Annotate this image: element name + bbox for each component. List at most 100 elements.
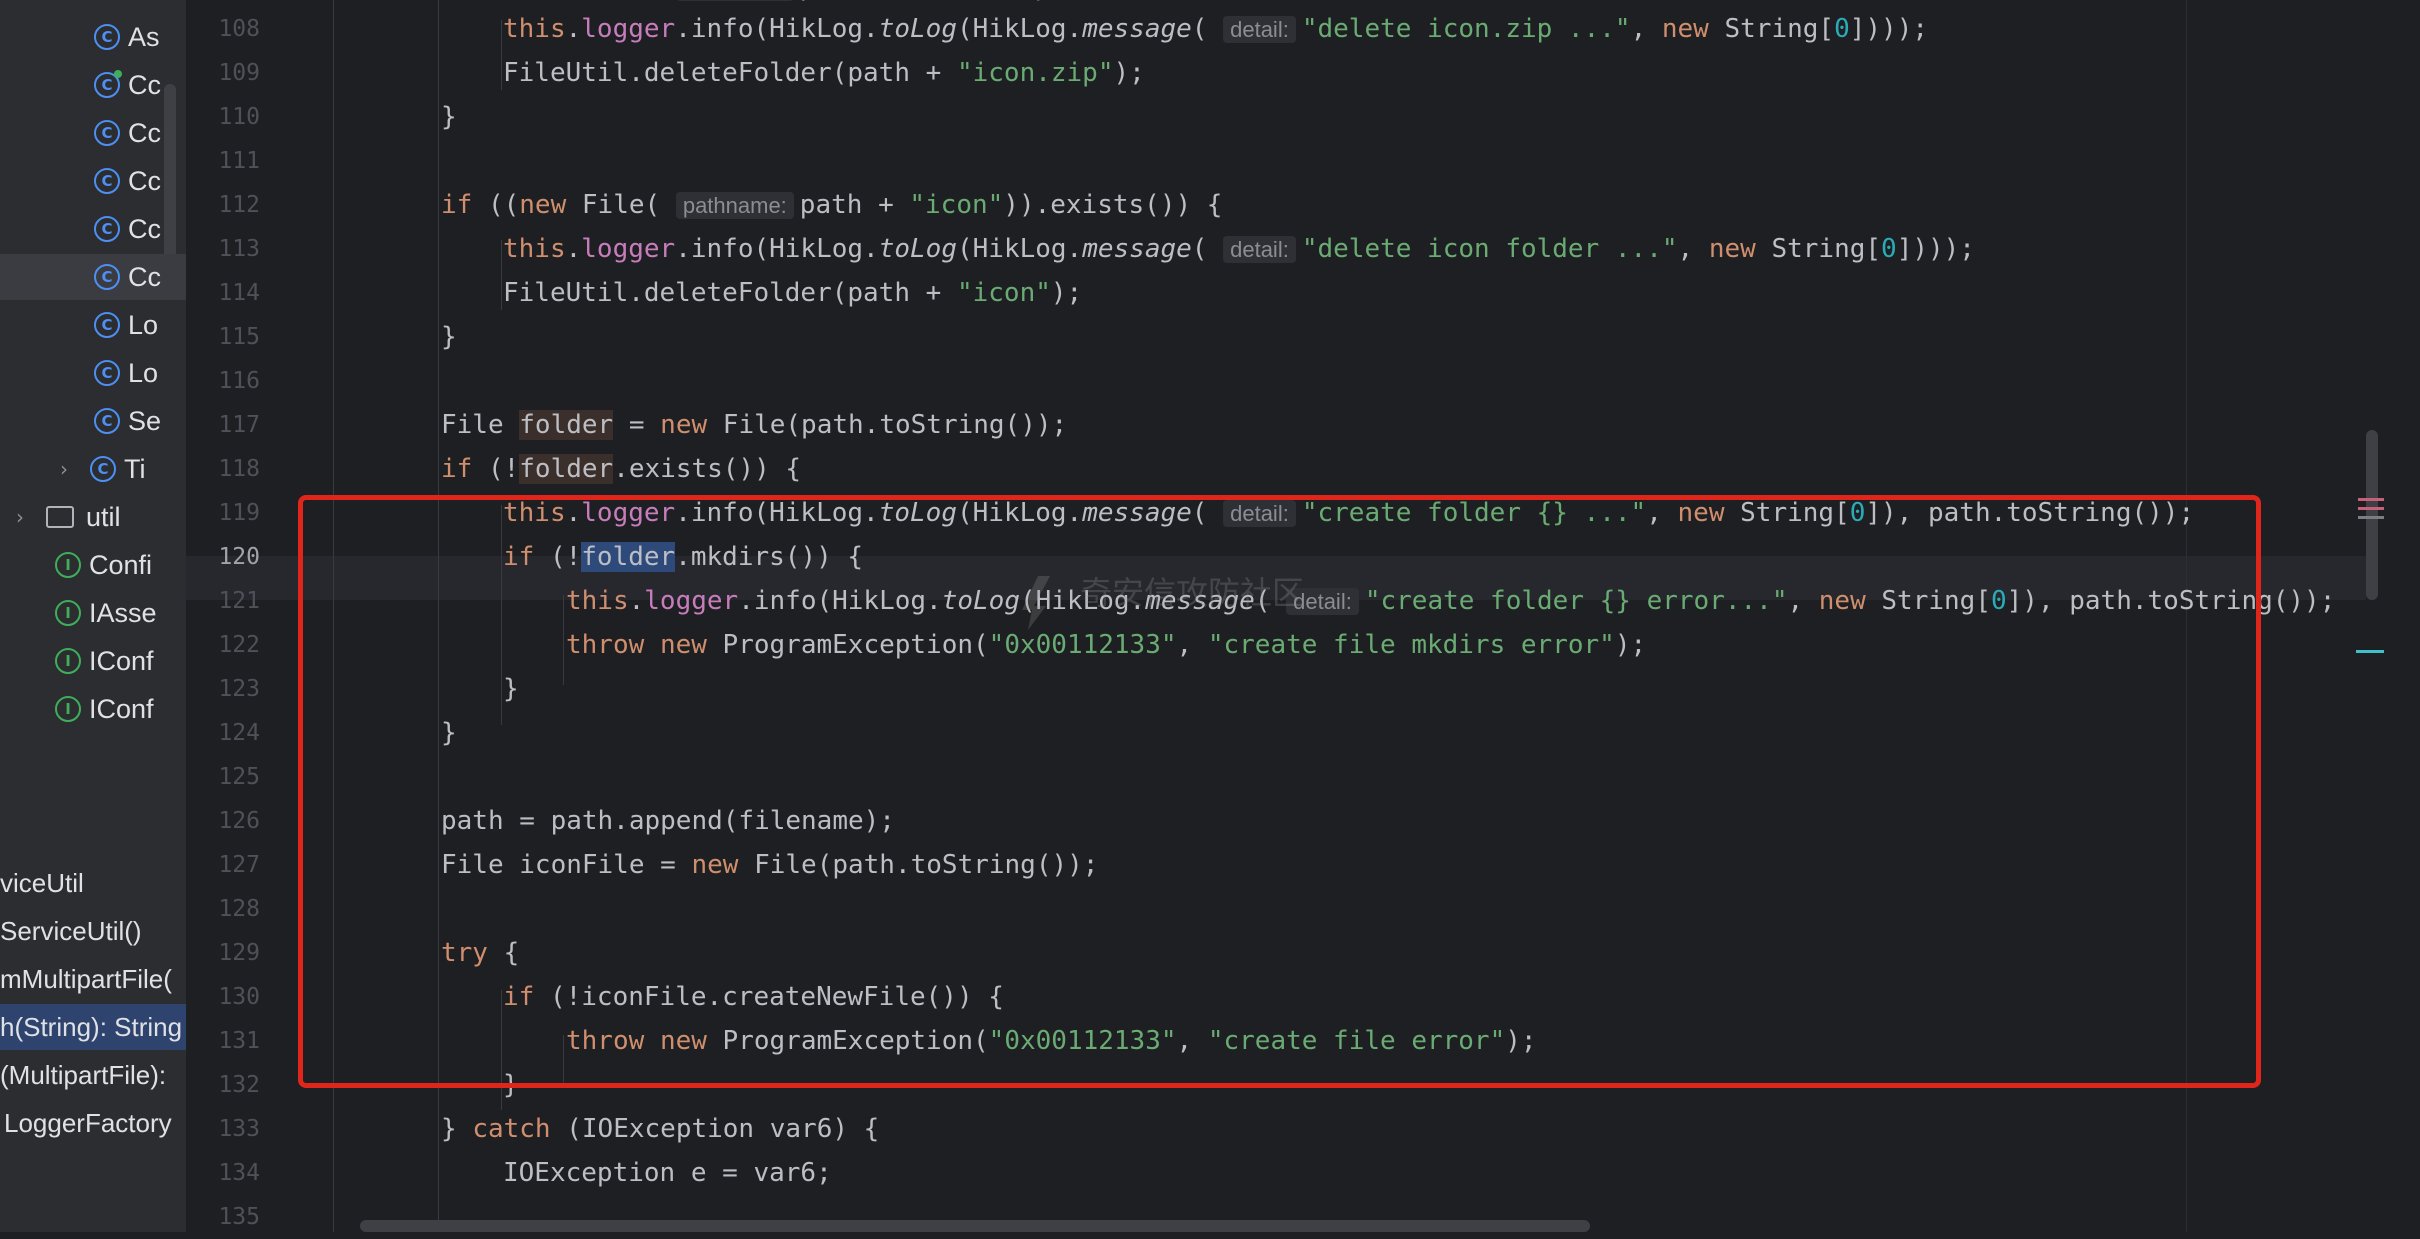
line-number: 122 bbox=[218, 632, 260, 658]
tree-item-label: util bbox=[86, 501, 121, 532]
project-tree-item[interactable]: C Cc bbox=[94, 206, 161, 252]
line-number: 125 bbox=[218, 764, 260, 790]
structure-member-item[interactable]: ServiceUtil() bbox=[0, 908, 142, 954]
line-number: 132 bbox=[218, 1072, 260, 1098]
code-line[interactable]: this.logger.info(HikLog.toLog(HikLog.mes… bbox=[503, 227, 1975, 271]
code-line[interactable]: if (!folder.exists()) { bbox=[441, 447, 801, 491]
structure-member-item[interactable]: viceUtil bbox=[0, 860, 84, 906]
line-number: 123 bbox=[218, 676, 260, 702]
tree-item-label: Cc bbox=[128, 261, 161, 292]
caret-stripe-marker bbox=[2356, 650, 2384, 653]
class-icon: C bbox=[94, 70, 122, 98]
project-tree-item[interactable]: C Lo bbox=[94, 302, 158, 348]
line-number: 134 bbox=[218, 1160, 260, 1186]
editor-vertical-scrollbar[interactable] bbox=[2366, 430, 2378, 600]
line-number: 116 bbox=[218, 368, 260, 394]
chevron-right-icon[interactable]: › bbox=[16, 505, 46, 529]
project-tree-item[interactable]: I Confi bbox=[55, 542, 152, 588]
line-number: 135 bbox=[218, 1204, 260, 1230]
line-number: 115 bbox=[218, 324, 260, 350]
line-number: 112 bbox=[218, 192, 260, 218]
line-number: 111 bbox=[218, 148, 260, 174]
structure-member-item[interactable]: LoggerFactory bbox=[4, 1100, 172, 1146]
interface-icon: I bbox=[55, 600, 81, 626]
project-tree-item[interactable]: C Cc bbox=[94, 110, 161, 156]
project-tree-item[interactable]: I IConf bbox=[55, 686, 154, 732]
code-line[interactable]: } bbox=[441, 315, 457, 359]
line-number: 117 bbox=[218, 412, 260, 438]
structure-member-item[interactable]: (MultipartFile): bbox=[0, 1052, 166, 1098]
tree-item-label: Se bbox=[128, 405, 162, 436]
interface-icon: I bbox=[55, 552, 81, 578]
code-line[interactable]: } bbox=[441, 95, 457, 139]
project-tree-item[interactable]: C Se bbox=[94, 398, 161, 444]
error-stripe-marker bbox=[2358, 516, 2384, 519]
line-number: 121 bbox=[218, 588, 260, 614]
line-number: 110 bbox=[218, 104, 260, 130]
tree-item-label: Cc bbox=[128, 213, 161, 244]
line-number: 127 bbox=[218, 852, 260, 878]
chevron-right-icon[interactable]: › bbox=[60, 457, 90, 481]
class-icon: C bbox=[94, 120, 120, 146]
class-icon: C bbox=[94, 24, 120, 50]
tree-item-label: Lo bbox=[128, 357, 159, 388]
code-line[interactable]: FileUtil.deleteFolder(path + "icon.zip")… bbox=[503, 51, 1145, 95]
line-number: 120 bbox=[218, 544, 260, 570]
error-stripe-marker bbox=[2358, 498, 2384, 501]
line-number: 113 bbox=[218, 236, 260, 262]
project-tree-item[interactable]: C Cc bbox=[94, 62, 161, 108]
parameter-hint: pathname: bbox=[675, 0, 794, 1]
tree-item-label: IAsse bbox=[89, 597, 157, 628]
parameter-hint: detail: bbox=[1223, 236, 1296, 263]
project-tree-item[interactable]: I IConf bbox=[55, 638, 154, 684]
line-number: 126 bbox=[218, 808, 260, 834]
class-icon: C bbox=[94, 264, 120, 290]
parameter-hint: detail: bbox=[1223, 16, 1296, 43]
code-line[interactable]: FileUtil.deleteFolder(path + "icon"); bbox=[503, 271, 1082, 315]
line-number: 119 bbox=[218, 500, 260, 526]
indent-guide bbox=[501, 20, 502, 90]
modified-badge-icon bbox=[114, 70, 122, 78]
line-number: 131 bbox=[218, 1028, 260, 1054]
line-number: 118 bbox=[218, 456, 260, 482]
structure-member-item[interactable]: mMultipartFile( bbox=[0, 956, 172, 1002]
error-stripe-marker bbox=[2358, 507, 2384, 510]
line-number: 109 bbox=[218, 60, 260, 86]
editor-horizontal-scrollbar[interactable] bbox=[360, 1220, 1590, 1232]
project-tree-item[interactable]: C Cc bbox=[94, 254, 161, 300]
project-tree-item[interactable]: I IAsse bbox=[55, 590, 157, 636]
code-line[interactable]: File folder = new File(path.toString()); bbox=[441, 403, 1067, 447]
tree-item-label: Lo bbox=[128, 309, 159, 340]
watermark: 奇安信攻防社区 bbox=[1080, 574, 1305, 612]
folder-icon bbox=[46, 506, 74, 528]
code-line[interactable]: IOException e = var6; bbox=[503, 1151, 832, 1195]
class-icon: C bbox=[94, 312, 120, 338]
line-number: 128 bbox=[218, 896, 260, 922]
line-number: 129 bbox=[218, 940, 260, 966]
tree-item-label: Cc bbox=[128, 117, 161, 148]
tree-item-label: Confi bbox=[89, 549, 153, 580]
tree-item-label: Cc bbox=[128, 165, 161, 196]
tree-item-label: IConf bbox=[89, 693, 154, 724]
project-tree-item[interactable]: › util bbox=[16, 494, 121, 540]
line-number: 124 bbox=[218, 720, 260, 746]
structure-member-item[interactable]: h(String): String bbox=[0, 1004, 182, 1050]
line-number: 108 bbox=[218, 16, 260, 42]
indent-guide bbox=[501, 240, 502, 310]
project-tree-item[interactable]: C As bbox=[94, 14, 160, 60]
code-line[interactable]: if ((new File( pathname: path + "icon")).… bbox=[441, 183, 1222, 227]
project-tree-item[interactable]: C Lo bbox=[94, 350, 158, 396]
class-icon: C bbox=[94, 216, 120, 242]
class-icon: C bbox=[94, 168, 120, 194]
code-line[interactable]: this.logger.info(HikLog.toLog(HikLog.mes… bbox=[503, 7, 1928, 51]
tree-item-label: IConf bbox=[89, 645, 154, 676]
tree-item-label: As bbox=[128, 21, 160, 52]
line-number: 114 bbox=[218, 280, 260, 306]
tree-item-label: Cc bbox=[128, 69, 161, 100]
parameter-hint: pathname: bbox=[675, 192, 794, 219]
project-tree-item[interactable]: › C Ti bbox=[60, 446, 146, 492]
code-line[interactable]: } catch (IOException var6) { bbox=[441, 1107, 879, 1151]
class-icon: C bbox=[94, 360, 120, 386]
project-tree-item[interactable]: C Cc bbox=[94, 158, 161, 204]
line-number: 133 bbox=[218, 1116, 260, 1142]
